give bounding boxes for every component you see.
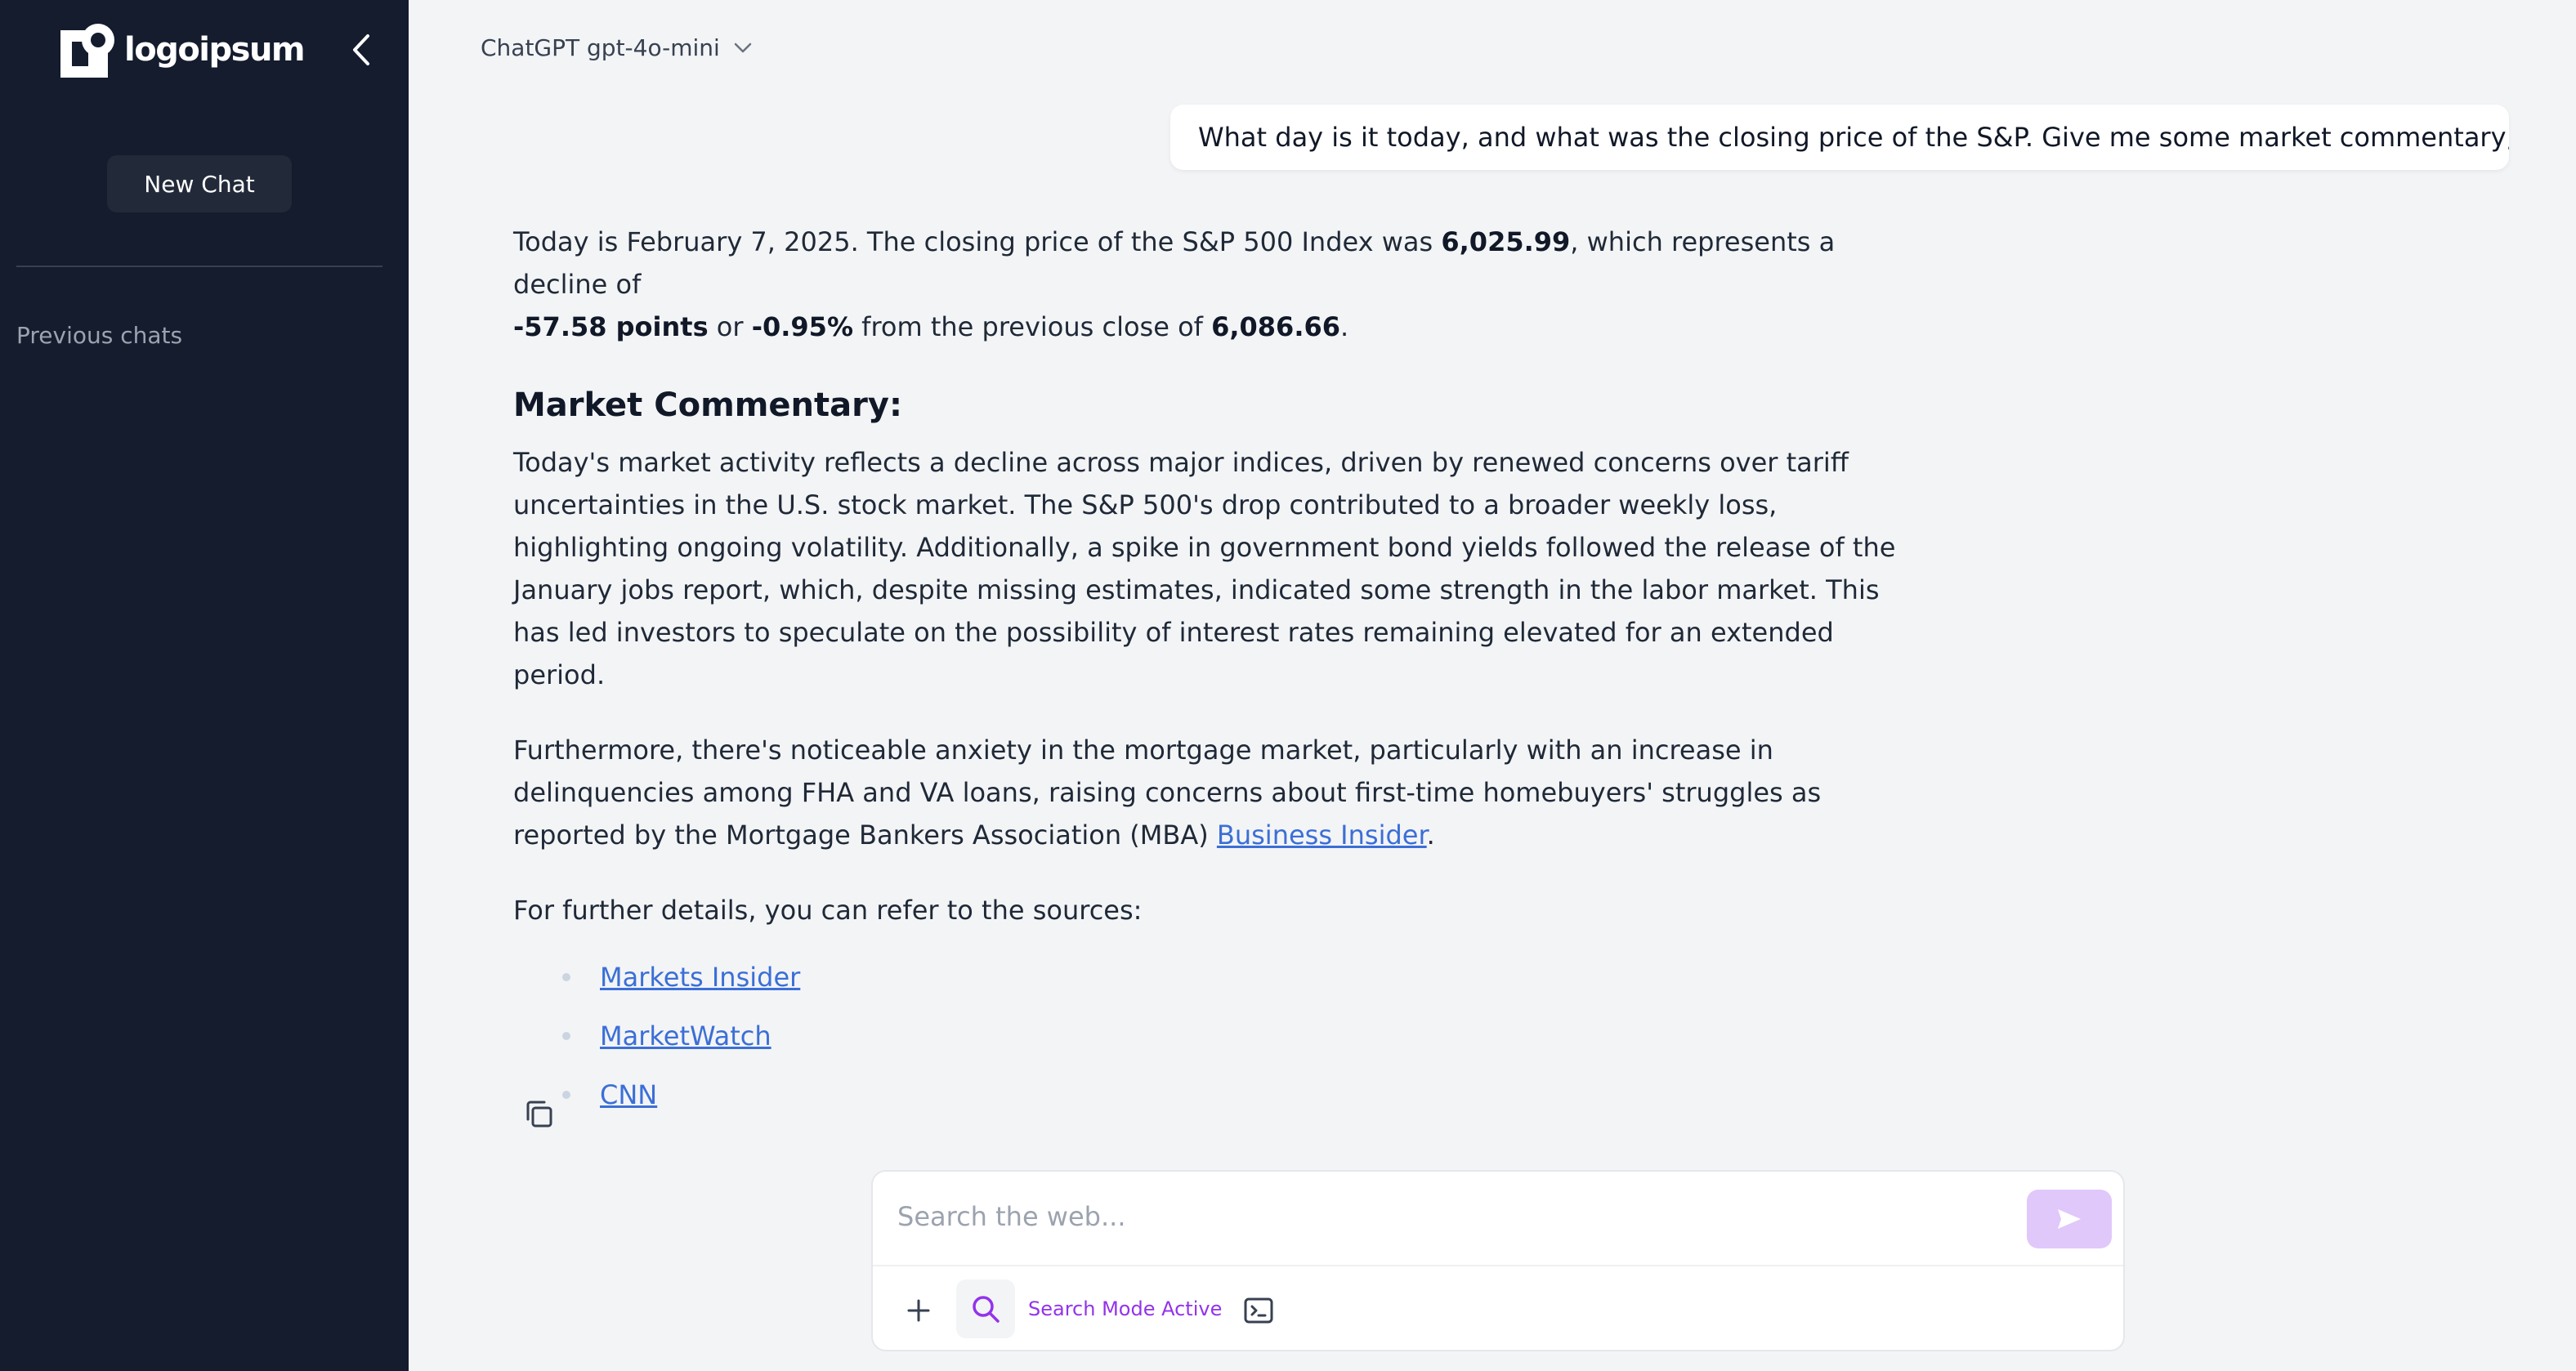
paragraph-text: Furthermore, there's noticeable anxiety …	[513, 735, 1822, 851]
intro-text: Today is February 7, 2025. The closing p…	[513, 226, 1442, 257]
previous-close: 6,086.66	[1211, 311, 1340, 342]
list-item: CNN	[562, 1074, 1903, 1132]
sidebar: logoipsum New Chat Previous chats	[0, 0, 409, 1371]
message-composer: Search Mode Active	[871, 1170, 2125, 1351]
points-change: -57.58 points	[513, 311, 709, 342]
search-mode-toggle[interactable]: Search Mode Active	[956, 1279, 1222, 1338]
business-insider-link[interactable]: Business Insider	[1217, 819, 1427, 851]
commentary-paragraph: Today's market activity reflects a decli…	[513, 447, 1896, 690]
search-mode-icon-wrap	[956, 1279, 1015, 1338]
terminal-icon[interactable]	[1242, 1294, 1275, 1327]
source-link-cnn[interactable]: CNN	[600, 1079, 657, 1110]
copy-icon[interactable]	[520, 1095, 559, 1134]
answer-intro: Today is February 7, 2025. The closing p…	[513, 221, 1903, 348]
send-icon	[2058, 1209, 2081, 1229]
source-link-marketwatch[interactable]: MarketWatch	[600, 1020, 771, 1052]
search-input[interactable]	[897, 1190, 1992, 1244]
source-link-markets-insider[interactable]: Markets Insider	[600, 962, 800, 993]
intro-text: .	[1340, 311, 1349, 342]
chevron-down-icon	[734, 42, 752, 52]
previous-chats-label: Previous chats	[16, 322, 183, 349]
sources-list: Markets Insider MarketWatch CNN	[513, 956, 1903, 1132]
logo-icon	[60, 24, 114, 78]
list-item: Markets Insider	[562, 956, 1903, 1015]
composer-divider	[873, 1265, 2123, 1266]
paragraph-text: .	[1426, 819, 1435, 851]
commentary-heading: Market Commentary:	[513, 386, 902, 424]
model-selector[interactable]: ChatGPT gpt-4o-mini	[481, 34, 753, 61]
plus-icon[interactable]	[902, 1294, 935, 1327]
app-root: logoipsum New Chat Previous chats ChatGP…	[0, 0, 2576, 1371]
search-icon	[973, 1296, 1000, 1323]
sources-intro: For further details, you can refer to th…	[513, 895, 1143, 926]
intro-text: from the previous close of	[853, 311, 1212, 342]
user-message: What day is it today, and what was the c…	[1170, 105, 2509, 170]
percent-change: -0.95%	[751, 311, 853, 342]
model-label: ChatGPT gpt-4o-mini	[481, 34, 720, 61]
list-item: MarketWatch	[562, 1015, 1903, 1074]
search-mode-label: Search Mode Active	[1028, 1297, 1223, 1320]
intro-text: or	[708, 311, 752, 342]
closing-price: 6,025.99	[1441, 226, 1571, 257]
sidebar-divider	[16, 266, 382, 267]
chevron-left-icon[interactable]	[345, 31, 378, 69]
logo-text: logoipsum	[124, 31, 306, 69]
assistant-message: Today is February 7, 2025. The closing p…	[513, 221, 1903, 1132]
send-button[interactable]	[2027, 1190, 2112, 1248]
new-chat-button[interactable]: New Chat	[107, 155, 292, 212]
logo: logoipsum	[60, 21, 306, 78]
commentary-paragraph: Furthermore, there's noticeable anxiety …	[513, 729, 1903, 856]
